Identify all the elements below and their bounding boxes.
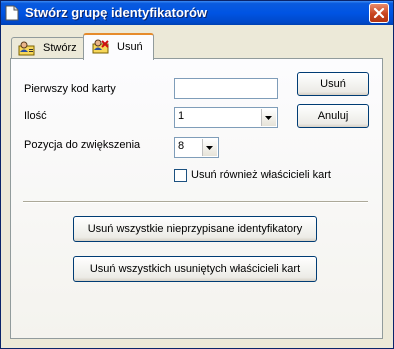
chevron-down-icon <box>265 116 272 120</box>
tab-panel-usun: Pierwszy kod karty Ilość 1 Pozycja do zw… <box>10 58 383 339</box>
document-icon <box>5 5 19 21</box>
divider <box>23 201 368 203</box>
chevron-down-icon <box>206 146 213 150</box>
tab-usun[interactable]: Usuń <box>83 33 154 60</box>
quantity-label: Ilość <box>24 110 47 122</box>
position-value: 8 <box>178 140 185 152</box>
window-title: Stwórz grupę identyfikatorów <box>25 5 208 20</box>
quantity-value: 1 <box>178 110 185 122</box>
position-dropdown-button[interactable] <box>202 139 217 156</box>
user-card-delete-icon <box>92 38 110 57</box>
close-icon <box>373 7 385 19</box>
also-delete-owners-checkbox[interactable] <box>174 169 187 182</box>
first-card-code-input[interactable] <box>174 78 278 99</box>
dialog-window: Stwórz grupę identyfikatorów Pierwszy ko… <box>0 0 394 349</box>
position-label: Pozycja do zwiększenia <box>24 139 141 151</box>
also-delete-owners-label: Usuń również właścicieli kart <box>191 169 331 181</box>
tab-usun-label: Usuń <box>117 41 143 53</box>
quantity-combobox[interactable]: 1 <box>174 107 278 128</box>
position-combobox[interactable]: 8 <box>174 137 219 158</box>
cancel-button[interactable]: Anuluj <box>297 104 369 128</box>
tab-stworz[interactable]: Stwórz <box>11 37 85 58</box>
user-card-icon <box>18 40 36 59</box>
title-bar[interactable]: Stwórz grupę identyfikatorów <box>1 1 393 25</box>
first-card-code-label: Pierwszy kod karty <box>24 83 116 95</box>
delete-unassigned-button[interactable]: Usuń wszystkie nieprzypisane identyfikat… <box>73 216 317 242</box>
delete-button[interactable]: Usuń <box>297 72 369 96</box>
delete-removed-owners-button[interactable]: Usuń wszystkich usuniętych właścicieli k… <box>73 256 317 282</box>
quantity-dropdown-button[interactable] <box>261 109 276 126</box>
close-button[interactable] <box>369 3 389 23</box>
tab-stworz-label: Stwórz <box>43 42 77 54</box>
